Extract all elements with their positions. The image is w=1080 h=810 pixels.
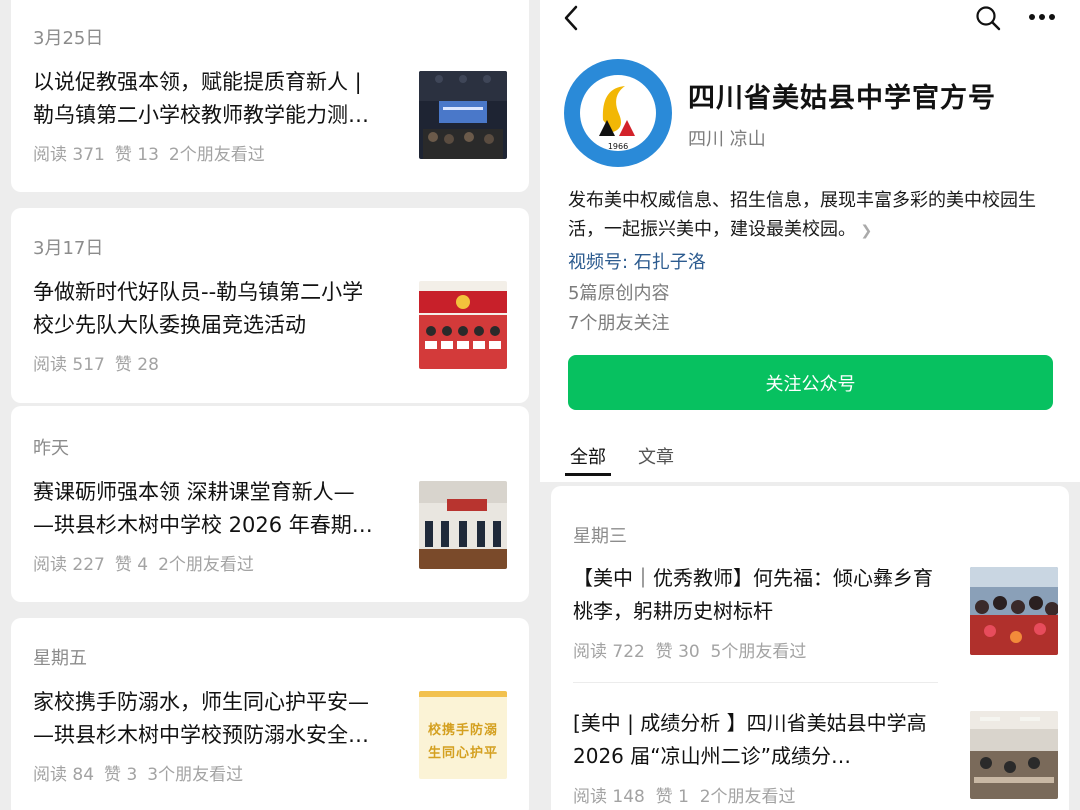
article-title[interactable]: 【美中｜优秀教师】何先福：倾心彝乡育桃李，躬耕历史树标杆: [573, 562, 938, 628]
read-count: 阅读 517: [33, 355, 105, 375]
article-card[interactable]: 昨天 赛课砺师强本领 深耕课堂育新人— —珙县杉木树中学校 2026 年春期… …: [11, 406, 529, 602]
like-count: 赞 1: [655, 787, 689, 807]
article-stats: 阅读 371 赞 13 2个朋友看过: [33, 140, 275, 165]
account-name: 四川省美姑县中学官方号: [688, 83, 996, 114]
article-stats: 阅读 148 赞 1 2个朋友看过: [573, 782, 796, 807]
video-channel-link[interactable]: 视频号: 石扎子洛: [568, 248, 706, 274]
description-text: 发布美中权威信息、招生信息，展现丰富多彩的美中校园生活，一起振兴美中，建设最美校…: [568, 190, 1036, 240]
article-card[interactable]: 3月17日 争做新时代好队员--勒乌镇第二小学 校少先队大队委换届竞选活动 阅读…: [11, 208, 529, 403]
left-screenshot: 3月25日 以说促教强本领，赋能提质育新人 | 勒乌镇第二小学校教师教学能力测……: [0, 0, 540, 810]
article-stats: 阅读 517 赞 28: [33, 350, 169, 375]
article-stats: 阅读 722 赞 30 5个朋友看过: [573, 637, 806, 662]
article-card[interactable]: 星期五 家校携手防溺水，师生同心护平安— —珙县杉木树中学校预防溺水安全… 阅读…: [11, 618, 529, 810]
friends-viewed: 5个朋友看过: [710, 642, 807, 662]
article-title[interactable]: 家校携手防溺水，师生同心护平安— —珙县杉木树中学校预防溺水安全…: [33, 686, 403, 752]
article-thumbnail[interactable]: [419, 281, 507, 369]
chevron-right-icon: ❯: [856, 223, 873, 239]
friends-viewed: 2个朋友看过: [168, 145, 265, 165]
title-line: 争做新时代好队员--勒乌镇第二小学: [33, 280, 364, 304]
article-title[interactable]: 争做新时代好队员--勒乌镇第二小学 校少先队大队委换届竞选活动: [33, 276, 403, 342]
account-location: 四川 凉山: [688, 129, 766, 150]
read-count: 阅读 227: [33, 555, 105, 575]
title-line: —珙县杉木树中学校预防溺水安全…: [33, 723, 369, 747]
article-thumbnail[interactable]: [419, 481, 507, 569]
divider: [573, 682, 938, 683]
article-date: 3月17日: [33, 238, 104, 259]
like-count: 赞 13: [114, 145, 159, 165]
article-card[interactable]: 3月25日 以说促教强本领，赋能提质育新人 | 勒乌镇第二小学校教师教学能力测……: [11, 0, 529, 192]
title-line: 家校携手防溺水，师生同心护平安—: [33, 690, 369, 714]
article-stats: 阅读 84 赞 3 3个朋友看过: [33, 760, 253, 785]
article-date: 3月25日: [33, 28, 104, 49]
account-logo[interactable]: 1966: [563, 58, 673, 168]
article-stats: 阅读 227 赞 4 2个朋友看过: [33, 550, 264, 575]
friends-viewed: 2个朋友看过: [699, 787, 796, 807]
search-icon[interactable]: [975, 5, 1001, 31]
article-feed: 星期三 【美中｜优秀教师】何先福：倾心彝乡育桃李，躬耕历史树标杆 阅读 722 …: [540, 482, 1080, 810]
article-thumbnail[interactable]: [970, 567, 1058, 655]
article-thumbnail[interactable]: [970, 711, 1058, 799]
title-line: —珙县杉木树中学校 2026 年春期…: [33, 513, 373, 537]
like-count: 赞 4: [114, 555, 149, 575]
thumb-text: 校携手防溺: [427, 723, 498, 738]
thumb-text: 生同心护平: [427, 746, 498, 761]
article-title[interactable]: [美中 | 成绩分析 】四川省美姑县中学高 2026 届“凉山州二诊”成绩分…: [573, 707, 938, 773]
article-card[interactable]: 星期三 【美中｜优秀教师】何先福：倾心彝乡育桃李，躬耕历史树标杆 阅读 722 …: [551, 486, 1069, 810]
article-title[interactable]: 以说促教强本领，赋能提质育新人 | 勒乌镇第二小学校教师教学能力测…: [33, 66, 403, 132]
right-screenshot: 1966 四川省美姑县中学官方号 四川 凉山 发布美中权威信息、招生信息，展现丰…: [540, 0, 1080, 810]
article-thumbnail[interactable]: [419, 71, 507, 159]
thumb-stripe: [419, 691, 507, 697]
read-count: 阅读 148: [573, 787, 645, 807]
back-arrow-icon[interactable]: [562, 5, 580, 31]
like-count: 赞 30: [655, 642, 700, 662]
friends-viewed: 3个朋友看过: [147, 765, 244, 785]
friends-following[interactable]: 7个朋友关注: [568, 309, 669, 335]
article-thumbnail[interactable]: 校携手防溺 生同心护平: [419, 691, 507, 779]
like-count: 赞 3: [104, 765, 138, 785]
like-count: 赞 28: [114, 355, 159, 375]
title-line: 校少先队大队委换届竞选活动: [33, 313, 306, 337]
read-count: 阅读 722: [573, 642, 645, 662]
account-description[interactable]: 发布美中权威信息、招生信息，展现丰富多彩的美中校园生活，一起振兴美中，建设最美校…: [568, 186, 1058, 246]
tab-articles[interactable]: 文章: [638, 443, 674, 469]
article-date: 星期五: [33, 648, 87, 669]
article-date: 昨天: [33, 438, 69, 459]
article-date: 星期三: [573, 526, 627, 547]
tab-underline: [565, 473, 611, 476]
title-line: 以说促教强本领，赋能提质育新人 |: [33, 70, 362, 94]
logo-year: 1966: [608, 142, 628, 151]
title-line: 赛课砺师强本领 深耕课堂育新人—: [33, 480, 355, 504]
more-icon[interactable]: [1028, 13, 1056, 21]
title-line: 勒乌镇第二小学校教师教学能力测…: [33, 103, 369, 127]
tab-all[interactable]: 全部: [570, 443, 606, 469]
read-count: 阅读 371: [33, 145, 105, 165]
friends-viewed: 2个朋友看过: [158, 555, 254, 575]
original-content-count[interactable]: 5篇原创内容: [568, 279, 669, 305]
follow-button[interactable]: 关注公众号: [568, 355, 1053, 410]
article-title[interactable]: 赛课砺师强本领 深耕课堂育新人— —珙县杉木树中学校 2026 年春期…: [33, 476, 403, 542]
read-count: 阅读 84: [33, 765, 95, 785]
